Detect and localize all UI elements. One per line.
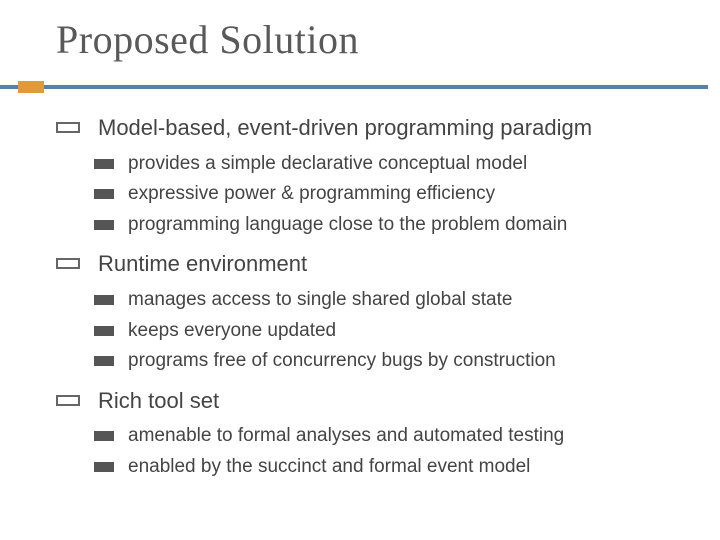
title-rule <box>0 81 720 93</box>
filled-square-bullet-icon <box>94 462 114 472</box>
sub-list-item: programs free of concurrency bugs by con… <box>94 347 680 376</box>
filled-square-bullet-icon <box>94 189 114 199</box>
sub-list-item-label: programming language close to the proble… <box>128 211 567 240</box>
sub-list: amenable to formal analyses and automate… <box>56 422 680 481</box>
square-bullet-icon <box>56 395 80 406</box>
filled-square-bullet-icon <box>94 220 114 230</box>
sub-list-item-label: enabled by the succinct and formal event… <box>128 453 530 482</box>
list-item-row: Model-based, event-driven programming pa… <box>56 113 680 144</box>
sub-list-item-label: manages access to single shared global s… <box>128 286 512 315</box>
sub-list-item-label: provides a simple declarative conceptual… <box>128 150 527 179</box>
slide-title: Proposed Solution <box>0 16 720 63</box>
list-item: Rich tool set amenable to formal analyse… <box>56 386 680 482</box>
sub-list-item: provides a simple declarative conceptual… <box>94 150 680 179</box>
filled-square-bullet-icon <box>94 159 114 169</box>
sub-list-item: manages access to single shared global s… <box>94 286 680 315</box>
filled-square-bullet-icon <box>94 295 114 305</box>
square-bullet-icon <box>56 122 80 133</box>
sub-list-item: amenable to formal analyses and automate… <box>94 422 680 451</box>
list-item: Model-based, event-driven programming pa… <box>56 113 680 239</box>
slide: Proposed Solution Model-based, event-dri… <box>0 0 720 540</box>
sub-list-item-label: programs free of concurrency bugs by con… <box>128 347 556 376</box>
sub-list-item: keeps everyone updated <box>94 317 680 346</box>
list-item-row: Rich tool set <box>56 386 680 417</box>
sub-list-item: programming language close to the proble… <box>94 211 680 240</box>
filled-square-bullet-icon <box>94 356 114 366</box>
sub-list: provides a simple declarative conceptual… <box>56 150 680 240</box>
title-rule-line <box>0 85 708 89</box>
filled-square-bullet-icon <box>94 326 114 336</box>
list-item-row: Runtime environment <box>56 249 680 280</box>
square-bullet-icon <box>56 258 80 269</box>
slide-content: Model-based, event-driven programming pa… <box>0 113 720 481</box>
sub-list-item: enabled by the succinct and formal event… <box>94 453 680 482</box>
list-item-label: Rich tool set <box>98 386 219 417</box>
list-item-label: Runtime environment <box>98 249 307 280</box>
sub-list-item-label: amenable to formal analyses and automate… <box>128 422 564 451</box>
filled-square-bullet-icon <box>94 431 114 441</box>
list-item-label: Model-based, event-driven programming pa… <box>98 113 592 144</box>
sub-list: manages access to single shared global s… <box>56 286 680 376</box>
sub-list-item-label: keeps everyone updated <box>128 317 336 346</box>
list-item: Runtime environment manages access to si… <box>56 249 680 375</box>
title-rule-accent <box>18 81 44 93</box>
sub-list-item: expressive power & programming efficienc… <box>94 180 680 209</box>
sub-list-item-label: expressive power & programming efficienc… <box>128 180 495 209</box>
